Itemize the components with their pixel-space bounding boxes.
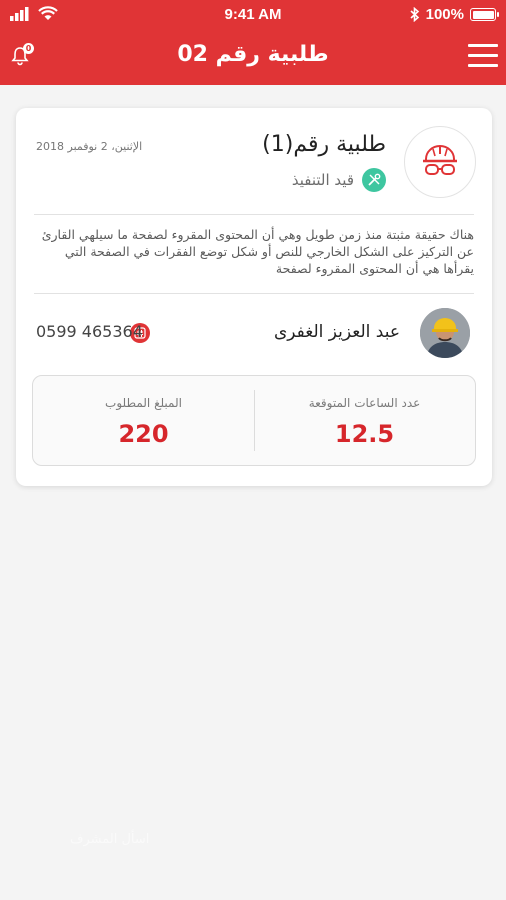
order-status: قيد التنفيذ	[292, 168, 386, 192]
phone-number[interactable]: 0599 465364	[36, 322, 143, 341]
faded-label: اسأل المشرف	[70, 832, 150, 847]
app-header: 0 طلبية رقم 02	[0, 30, 506, 85]
amount-value: 220	[118, 420, 169, 448]
worker-name: عبد العزيز الغفرى	[274, 322, 400, 342]
bluetooth-icon	[410, 7, 419, 22]
order-description: هناك حقيقة مثبتة منذ زمن طويل وهي أن الم…	[41, 227, 474, 276]
menu-button[interactable]	[468, 44, 498, 70]
menu-icon-line	[468, 64, 498, 67]
hours-label: عدد الساعات المتوقعة	[308, 396, 421, 410]
divider	[34, 293, 474, 294]
menu-icon-line	[468, 54, 498, 57]
amount-label: المبلغ المطلوب	[105, 396, 182, 410]
stats-divider	[254, 390, 255, 451]
hours-value: 12.5	[334, 420, 395, 448]
order-date: الإثنين، 2 نوفمبر 2018	[36, 140, 143, 153]
page-title: طلبية رقم 02	[177, 42, 329, 67]
status-label: قيد التنفيذ	[291, 171, 354, 189]
battery-icon	[470, 8, 499, 21]
divider	[34, 214, 474, 215]
stats-box: عدد الساعات المتوقعة 12.5 المبلغ المطلوب…	[32, 375, 476, 466]
battery-percent: 100%	[425, 6, 464, 23]
avatar	[420, 308, 470, 358]
order-card[interactable]: طلبية رقم(1) قيد التنفيذ الإثنين، 2 نوفم…	[16, 108, 492, 486]
status-bar: 9:41 AM 100%	[0, 0, 506, 30]
amount-stat: المبلغ المطلوب 220	[33, 376, 254, 465]
helmet-goggles-icon	[423, 145, 457, 175]
order-icon-circle	[404, 126, 476, 198]
status-right: 100%	[410, 6, 499, 23]
tools-icon	[362, 168, 386, 192]
hours-stat: عدد الساعات المتوقعة 12.5	[254, 376, 475, 465]
order-title: طلبية رقم(1)	[262, 132, 386, 157]
menu-icon	[468, 44, 498, 47]
